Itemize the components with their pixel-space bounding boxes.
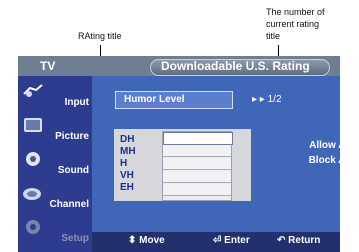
allow-all-button[interactable]: Allow All	[299, 138, 340, 154]
sidebar-item-label: Channel	[49, 199, 89, 210]
footer-return-label: Return	[288, 235, 321, 246]
annotation-number-line1: The number of	[266, 7, 325, 17]
rating-cell[interactable]	[163, 145, 231, 157]
sidebar-item-label: Picture	[55, 131, 89, 142]
footer-move-label: Move	[139, 235, 165, 246]
allow-all-label: Allow All	[309, 140, 340, 151]
rating-value: ▸ ▸ 1/2	[252, 94, 282, 105]
return-icon: ↶	[277, 235, 286, 246]
row-label: EH	[120, 182, 134, 193]
page-title: Downloadable U.S. Rating	[161, 59, 310, 73]
row-label: DH	[120, 134, 135, 145]
rating-cell[interactable]	[163, 171, 231, 183]
block-all-button[interactable]: Block All	[299, 153, 340, 169]
rating-cell[interactable]	[163, 184, 231, 196]
footer-bar: ⬍ Move ⏎ Enter ↶ Return	[92, 232, 340, 252]
rating-value-text: 1/2	[267, 94, 282, 105]
annotation-rating-title: RAting title	[78, 31, 122, 41]
tv-menu: TV Downloadable U.S. Rating Input Pictur…	[18, 56, 340, 252]
row-label: VH	[120, 170, 134, 181]
annotation-number-line3: title	[266, 31, 281, 41]
footer-enter: ⏎ Enter	[213, 235, 250, 246]
sidebar-item-input[interactable]: Input	[18, 78, 92, 112]
sidebar-item-setup[interactable]: Setup	[18, 214, 92, 248]
picture-icon	[24, 118, 42, 132]
tv-label: TV	[40, 59, 56, 73]
rating-cells	[162, 131, 233, 201]
menu-header: TV Downloadable U.S. Rating	[18, 56, 340, 76]
channel-icon	[23, 188, 41, 200]
footer-move: ⬍ Move	[128, 235, 165, 246]
rating-panel: Humor Level ▸ ▸ 1/2 DH MH H VH EH Allow …	[92, 76, 340, 232]
sidebar-item-channel[interactable]: Channel	[18, 180, 92, 214]
sidebar: Input Picture Sound Channel Setup	[18, 76, 92, 252]
sidebar-item-label: Input	[64, 97, 89, 108]
row-label: MH	[120, 146, 136, 157]
sidebar-item-sound[interactable]: Sound	[18, 146, 92, 180]
footer-return: ↶ Return	[277, 235, 320, 246]
sidebar-item-picture[interactable]: Picture	[18, 112, 92, 146]
input-icon	[23, 84, 43, 97]
enter-icon: ⏎	[213, 235, 222, 246]
row-label: H	[120, 158, 128, 169]
rating-grid: DH MH H VH EH	[114, 129, 251, 201]
sidebar-item-label: Sound	[57, 165, 89, 176]
move-arrows-icon: ⬍	[128, 235, 137, 246]
rating-title-field[interactable]: Humor Level	[115, 91, 233, 109]
rating-cell[interactable]	[163, 158, 231, 170]
rating-title: Humor Level	[124, 94, 185, 105]
annotation-number-line2: current rating	[266, 19, 320, 29]
sidebar-item-label: Setup	[61, 233, 89, 244]
setup-icon	[26, 220, 40, 234]
footer-enter-label: Enter	[224, 235, 250, 246]
sound-icon	[26, 152, 40, 166]
rating-cell[interactable]	[163, 132, 233, 145]
nav-arrows-icon: ▸ ▸	[252, 94, 265, 105]
block-all-label: Block All	[308, 155, 340, 166]
